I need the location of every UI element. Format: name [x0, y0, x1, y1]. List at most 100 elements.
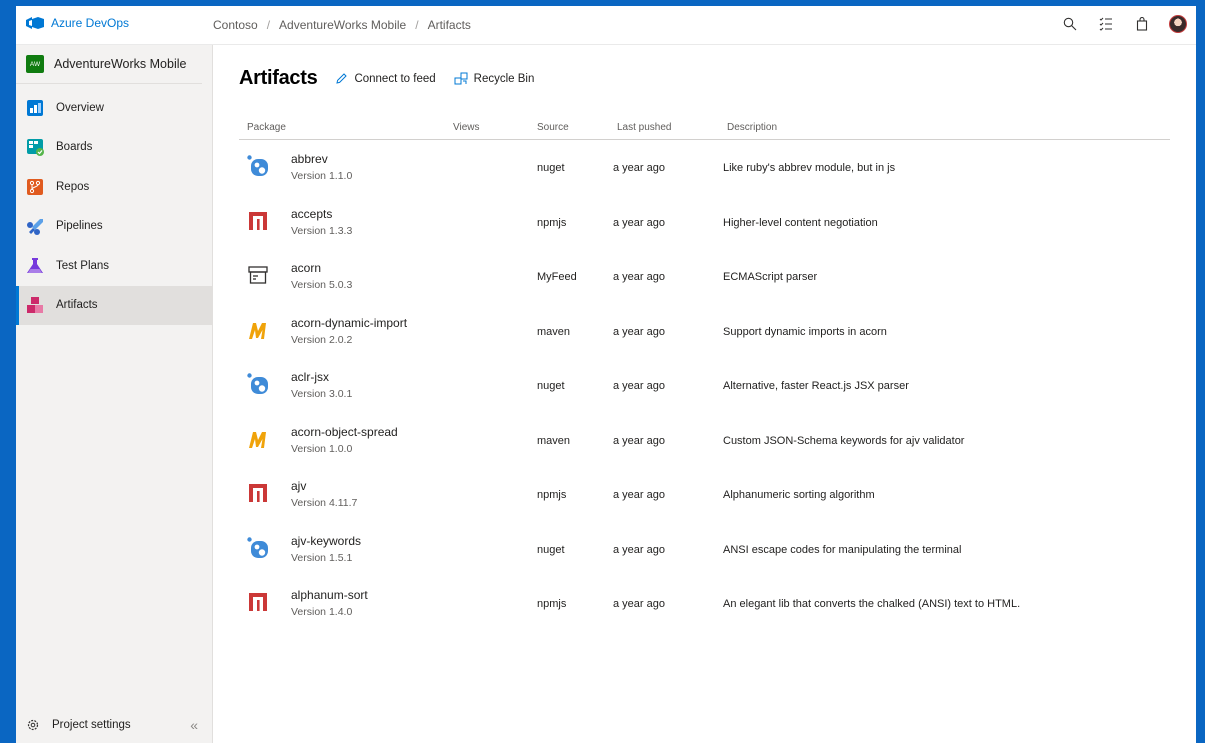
project-name: AdventureWorks Mobile	[54, 57, 187, 71]
package-description: Like ruby's abbrev module, but in js	[723, 162, 896, 174]
artifacts-icon	[27, 297, 43, 314]
sidebar-item-boards[interactable]: Boards	[16, 128, 212, 168]
package-name: ajv	[291, 479, 307, 493]
package-last-pushed: a year ago	[613, 598, 665, 610]
boards-icon	[27, 139, 44, 157]
sidebar: AW AdventureWorks Mobile Overview Boards…	[16, 45, 213, 743]
maven-icon	[249, 431, 266, 448]
gear-icon	[27, 719, 39, 731]
package-last-pushed: a year ago	[613, 543, 665, 556]
package-version: Version 4.11.7	[291, 497, 358, 509]
npm-icon	[249, 484, 267, 502]
sidebar-item-pipelines[interactable]: Pipelines	[16, 207, 212, 247]
breadcrumb-page[interactable]: Artifacts	[428, 18, 471, 32]
top-actions	[1060, 14, 1188, 34]
project-selector[interactable]: AW AdventureWorks Mobile	[16, 45, 202, 84]
sidebar-item-artifacts[interactable]: Artifacts	[16, 285, 212, 325]
project-settings-button[interactable]: Project settings «	[16, 707, 212, 743]
main-content: Artifacts Connect to feed Recycle Bin Pa…	[213, 45, 1196, 743]
collapse-sidebar-icon[interactable]: «	[190, 717, 198, 733]
pipelines-icon	[27, 219, 43, 236]
package-name: acorn-object-spread	[291, 424, 398, 439]
breadcrumb: Contoso / AdventureWorks Mobile / Artifa…	[213, 18, 471, 32]
package-name: acorn-dynamic-import	[291, 315, 408, 330]
column-header-views[interactable]: Views	[453, 122, 480, 133]
recycle-bin-icon	[454, 72, 468, 84]
column-header-description[interactable]: Description	[727, 122, 777, 133]
package-description: Support dynamic imports in acorn	[723, 325, 887, 338]
table-row[interactable]: abbrev Version 1.1.0 nuget a year ago Li…	[239, 140, 1170, 195]
npm-icon	[249, 211, 267, 230]
table-row[interactable]: alphanum-sort Version 1.4.0 npmjs a year…	[239, 576, 1170, 631]
package-source: npmjs	[537, 598, 567, 610]
sidebar-item-label: Test Plans	[56, 259, 110, 272]
recycle-bin-label: Recycle Bin	[473, 72, 535, 85]
table-row[interactable]: ajv-keywords Version 1.5.1 nuget a year …	[239, 522, 1170, 577]
nuget-icon	[247, 536, 268, 558]
shopping-bag-icon[interactable]	[1132, 14, 1152, 34]
package-description: Alphanumeric sorting algorithm	[723, 489, 875, 501]
package-name: accepts	[291, 206, 333, 221]
nuget-icon	[247, 155, 268, 176]
package-description: An elegant lib that converts the chalked…	[723, 598, 1021, 610]
packages-table: Package Views Source Last pushed Descrip…	[239, 122, 1170, 631]
package-last-pushed: a year ago	[613, 162, 665, 174]
sidebar-item-repos[interactable]: Repos	[16, 167, 212, 207]
app-window: Azure DevOps Contoso / AdventureWorks Mo…	[16, 6, 1196, 743]
search-icon[interactable]	[1060, 14, 1080, 34]
table-row[interactable]: aclr-jsx Version 3.0.1 nuget a year ago …	[239, 358, 1170, 413]
nuget-icon	[247, 373, 268, 394]
package-description: Higher-level content negotiation	[723, 216, 878, 229]
table-row[interactable]: acorn-object-spread Version 1.0.0 maven …	[239, 413, 1170, 468]
table-row[interactable]: acorn Version 5.0.3 MyFeed a year ago EC…	[239, 249, 1170, 304]
breadcrumb-separator: /	[266, 18, 271, 32]
project-badge: AW	[26, 55, 44, 73]
sidebar-item-test-plans[interactable]: Test Plans	[16, 246, 212, 286]
sidebar-item-label: Pipelines	[56, 220, 103, 233]
connect-to-feed-label: Connect to feed	[354, 72, 436, 85]
maven-icon	[249, 322, 266, 339]
column-header-last-pushed[interactable]: Last pushed	[617, 122, 672, 133]
overview-icon	[27, 99, 43, 116]
package-source: maven	[537, 325, 571, 338]
test-plans-icon	[27, 257, 43, 273]
recycle-bin-button[interactable]: Recycle Bin	[454, 72, 535, 86]
breadcrumb-separator: /	[415, 18, 419, 32]
package-description: Alternative, faster React.js JSX parser	[723, 380, 909, 392]
package-source: npmjs	[537, 216, 567, 229]
package-source: nuget	[537, 543, 565, 556]
package-version: Version 1.5.1	[291, 551, 353, 564]
connect-to-feed-button[interactable]: Connect to feed	[335, 72, 436, 85]
sidebar-item-label: Overview	[56, 101, 104, 114]
package-source: npmjs	[537, 489, 567, 501]
package-last-pushed: a year ago	[613, 325, 665, 338]
brand-label: Azure DevOps	[51, 16, 130, 30]
package-version: Version 3.0.1	[291, 388, 353, 400]
column-header-package[interactable]: Package	[247, 122, 286, 133]
table-row[interactable]: accepts Version 1.3.3 npmjs a year ago H…	[239, 195, 1170, 250]
package-version: Version 5.0.3	[291, 279, 353, 291]
table-row[interactable]: acorn-dynamic-import Version 2.0.2 maven…	[239, 304, 1170, 359]
sidebar-item-label: Repos	[56, 180, 90, 193]
task-list-icon[interactable]	[1096, 14, 1116, 34]
user-avatar[interactable]	[1168, 14, 1188, 34]
top-bar: Azure DevOps Contoso / AdventureWorks Mo…	[16, 6, 1196, 45]
table-row[interactable]: ajv Version 4.11.7 npmjs a year ago Alph…	[239, 467, 1170, 522]
column-header-source[interactable]: Source	[537, 122, 569, 133]
breadcrumb-project[interactable]: AdventureWorks Mobile	[279, 18, 406, 32]
azure-devops-icon	[26, 17, 44, 29]
project-settings-label: Project settings	[52, 719, 131, 731]
package-name: aclr-jsx	[291, 370, 329, 384]
azure-devops-logo[interactable]: Azure DevOps	[26, 16, 129, 30]
package-version: Version 1.1.0	[291, 170, 353, 182]
breadcrumb-org[interactable]: Contoso	[213, 18, 258, 32]
page-title: Artifacts	[239, 67, 318, 89]
package-box-icon	[248, 266, 268, 284]
package-version: Version 1.3.3	[291, 224, 353, 237]
pencil-icon	[336, 73, 348, 84]
package-name: ajv-keywords	[291, 533, 362, 548]
sidebar-item-overview[interactable]: Overview	[16, 88, 212, 128]
package-name: alphanum-sort	[291, 588, 368, 602]
package-source: maven	[537, 434, 571, 447]
package-name: abbrev	[291, 152, 328, 166]
